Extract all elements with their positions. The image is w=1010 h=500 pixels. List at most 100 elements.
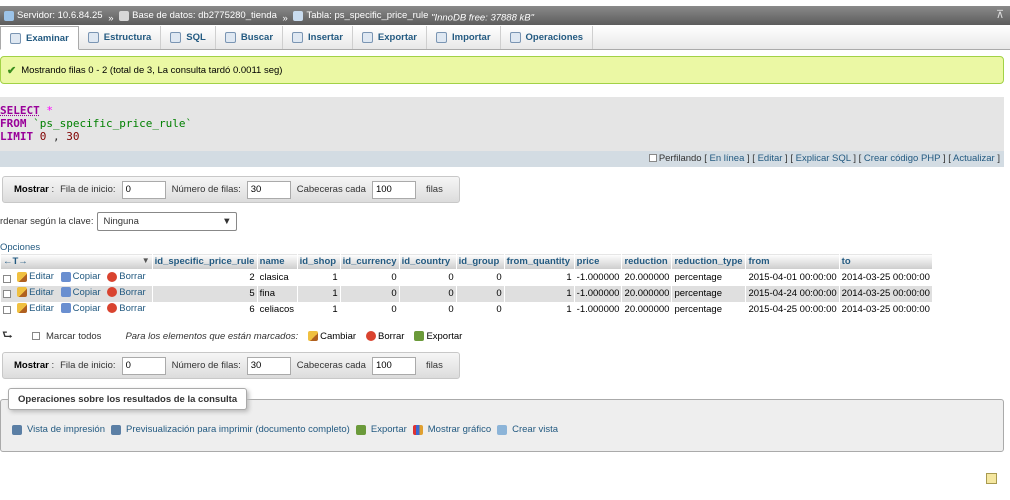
cell[interactable]: 2015-04-24 00:00:00: [745, 285, 840, 302]
start-row-input[interactable]: [121, 356, 166, 375]
cell[interactable]: 2015-04-25 00:00:00: [745, 301, 840, 318]
edit-row-button[interactable]: Editar: [17, 271, 54, 282]
print-view-link[interactable]: Vista de impresión: [12, 424, 105, 435]
cell[interactable]: 0: [399, 301, 457, 318]
header-reduction[interactable]: reduction: [621, 253, 673, 270]
copy-row-button[interactable]: Copiar: [60, 287, 101, 298]
headers-every-input[interactable]: [371, 356, 416, 375]
header-from[interactable]: from: [745, 253, 840, 270]
tab-insert[interactable]: Insertar: [283, 26, 353, 49]
cell[interactable]: 2015-04-01 00:00:00: [745, 269, 840, 286]
database-crumb-label[interactable]: Base de datos: db2775280_tienda: [132, 6, 277, 25]
cell[interactable]: 6: [152, 301, 258, 318]
row-checkbox[interactable]: [2, 290, 11, 299]
print-preview-link[interactable]: Previsualización para imprimir (document…: [110, 424, 350, 435]
cell[interactable]: -1.000000: [574, 301, 623, 318]
show-button[interactable]: Mostrar :: [14, 184, 54, 195]
cell[interactable]: 20.000000: [621, 301, 673, 318]
cell[interactable]: 5: [152, 285, 258, 302]
cell[interactable]: 0: [456, 301, 505, 318]
edit-row-button[interactable]: Editar: [17, 287, 54, 298]
cell[interactable]: percentage: [671, 269, 747, 286]
profiling-checkbox[interactable]: [648, 154, 657, 162]
cell[interactable]: 0: [456, 285, 505, 302]
show-chart-link[interactable]: Mostrar gráfico: [412, 424, 491, 435]
cell[interactable]: 1: [504, 269, 575, 286]
sort-arrow-icon[interactable]: ▼: [142, 256, 150, 265]
export-results-link[interactable]: Exportar: [355, 424, 407, 435]
header-to[interactable]: to: [838, 253, 933, 270]
cell[interactable]: 2014-03-25 00:00:00: [839, 285, 933, 302]
row-checkbox[interactable]: [2, 306, 11, 315]
row-count-input[interactable]: [246, 356, 291, 375]
bulk-delete-button[interactable]: Borrar: [366, 331, 404, 342]
header-id_specific_price_rule[interactable]: id_specific_price_rule: [151, 253, 258, 270]
header-reduction_type[interactable]: reduction_type: [671, 253, 747, 270]
server-crumb[interactable]: Servidor: 10.6.84.25: [4, 6, 103, 25]
tab-operations[interactable]: Operaciones: [501, 26, 594, 49]
tab-structure[interactable]: Estructura: [79, 26, 162, 49]
cell[interactable]: -1.000000: [574, 285, 623, 302]
edit-row-button[interactable]: Editar: [17, 303, 54, 314]
row-count-input[interactable]: [246, 180, 291, 199]
sql-keyword-select[interactable]: SELECT: [0, 104, 40, 117]
header-price[interactable]: price: [573, 253, 623, 270]
tab-import[interactable]: Importar: [427, 26, 501, 49]
cell[interactable]: -1.000000: [574, 269, 623, 286]
cell[interactable]: 2014-03-25 00:00:00: [839, 301, 933, 318]
cell[interactable]: clasica: [257, 269, 298, 286]
cell[interactable]: 2014-03-25 00:00:00: [839, 269, 933, 286]
check-all-label[interactable]: Marcar todos: [46, 331, 101, 342]
bulk-export-button[interactable]: Exportar: [414, 331, 462, 342]
header-id_group[interactable]: id_group: [455, 253, 505, 270]
table-crumb[interactable]: Tabla: ps_specific_price_rule: [293, 6, 428, 25]
sort-by-key-select[interactable]: Ninguna ▼: [97, 211, 238, 231]
cell[interactable]: 20.000000: [621, 285, 673, 302]
cell[interactable]: 0: [456, 269, 505, 286]
headers-every-input[interactable]: [371, 180, 416, 199]
bulk-change-button[interactable]: Cambiar: [308, 331, 356, 342]
cell[interactable]: 0: [399, 269, 457, 286]
copy-row-button[interactable]: Copiar: [60, 271, 101, 282]
header-name[interactable]: name: [256, 253, 298, 270]
tab-sql[interactable]: SQL: [161, 26, 216, 49]
show-button[interactable]: Mostrar :: [14, 360, 54, 371]
edit-sql-link[interactable]: Editar: [758, 153, 783, 164]
header-id_country[interactable]: id_country: [398, 253, 457, 270]
cell[interactable]: percentage: [671, 285, 747, 302]
cell[interactable]: 1: [297, 285, 341, 302]
explain-sql-link[interactable]: Explicar SQL: [796, 153, 851, 164]
column-arrows-icon[interactable]: ←T→: [3, 256, 28, 267]
tab-browse[interactable]: Examinar: [0, 26, 79, 50]
create-view-link[interactable]: Crear vista: [497, 424, 558, 435]
cell[interactable]: 1: [504, 301, 575, 318]
cell[interactable]: celiacos: [257, 301, 298, 318]
table-crumb-label[interactable]: Tabla: ps_specific_price_rule: [306, 6, 428, 25]
check-all-checkbox[interactable]: [32, 332, 40, 340]
delete-row-button[interactable]: Borrar: [107, 287, 146, 298]
cell[interactable]: 1: [504, 285, 575, 302]
collapse-icon[interactable]: ⊼: [996, 6, 1004, 25]
tab-search[interactable]: Buscar: [216, 26, 284, 49]
header-id_shop[interactable]: id_shop: [296, 253, 341, 270]
inline-edit-link[interactable]: En línea: [710, 153, 745, 164]
copy-row-button[interactable]: Copiar: [60, 303, 101, 314]
cell[interactable]: 2: [152, 269, 258, 286]
refresh-link[interactable]: Actualizar: [953, 153, 995, 164]
cell[interactable]: 1: [297, 269, 341, 286]
cell[interactable]: percentage: [671, 301, 747, 318]
cell[interactable]: 1: [297, 301, 341, 318]
cell[interactable]: 0: [399, 285, 457, 302]
tab-export[interactable]: Exportar: [353, 26, 427, 49]
row-checkbox[interactable]: [2, 274, 11, 283]
header-id_currency[interactable]: id_currency: [339, 253, 400, 270]
server-crumb-label[interactable]: Servidor: 10.6.84.25: [17, 6, 103, 25]
cell[interactable]: fina: [257, 285, 298, 302]
header-from_quantity[interactable]: from_quantity: [503, 253, 575, 270]
options-link[interactable]: Opciones: [0, 242, 40, 253]
start-row-input[interactable]: [121, 180, 166, 199]
cell[interactable]: 0: [340, 269, 400, 286]
delete-row-button[interactable]: Borrar: [107, 271, 146, 282]
delete-row-button[interactable]: Borrar: [107, 303, 146, 314]
create-php-link[interactable]: Crear código PHP: [864, 153, 940, 164]
